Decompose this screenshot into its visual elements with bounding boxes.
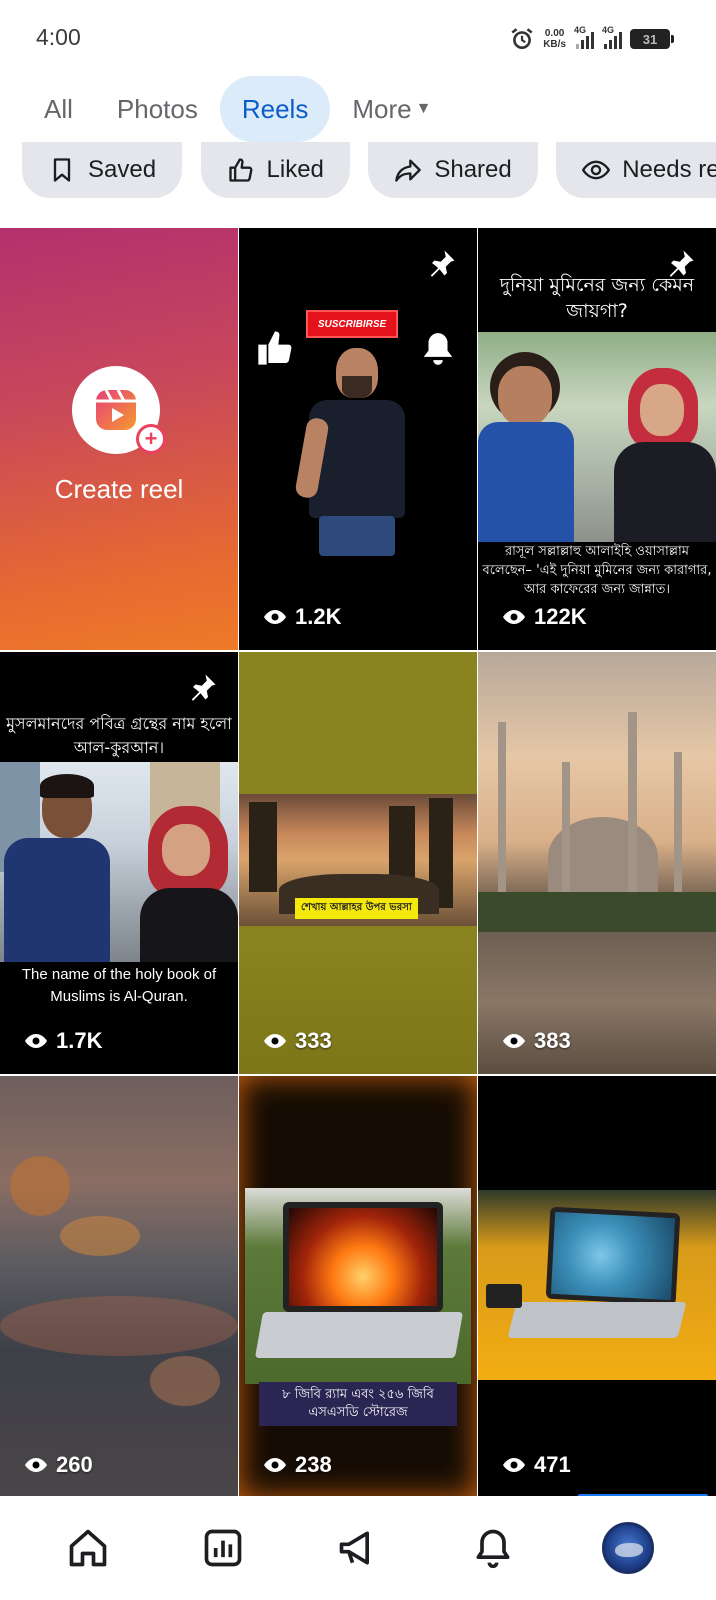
tab-reels[interactable]: Reels xyxy=(219,76,331,142)
megaphone-icon xyxy=(339,1531,369,1565)
reel-overlay-text: ৮ জিবি র‍্যাম এবং ২৫৬ জিবি এসএসডি স্টোরে… xyxy=(259,1382,457,1426)
reel-caption-top: দুনিয়া মুমিনের জন্য কেমন জায়গা? xyxy=(499,274,695,322)
view-count-value: 1.7K xyxy=(56,1028,103,1053)
view-count-value: 260 xyxy=(56,1452,93,1477)
reel-thumbnail[interactable]: মুসলমানদের পবিত্র গ্রন্থের নাম হলো আল-কু… xyxy=(0,652,238,1074)
view-count: 122K xyxy=(502,604,587,630)
net-label-2: 4G xyxy=(602,25,615,35)
chip-label: Shared xyxy=(434,156,512,183)
reel-thumbnail[interactable]: শেখায় আল্লাহর উপর ভরসা 333 xyxy=(239,652,477,1074)
chip-needs-review[interactable]: Needs revie xyxy=(556,142,716,198)
blurred-image xyxy=(0,1076,238,1498)
eye-icon xyxy=(503,1458,525,1472)
profile-avatar xyxy=(602,1522,655,1574)
person-figure xyxy=(294,348,413,568)
nav-notifications[interactable] xyxy=(463,1518,523,1578)
reel-thumbnail[interactable]: 383 xyxy=(478,652,716,1074)
view-count-value: 333 xyxy=(295,1028,332,1053)
home-icon xyxy=(69,1529,106,1567)
laptop-image xyxy=(245,1188,471,1384)
signal-icon: 4G xyxy=(574,25,594,49)
view-count: 1.2K xyxy=(263,604,341,630)
eye-icon xyxy=(264,610,286,624)
bell-icon xyxy=(476,1529,510,1569)
nav-ads[interactable] xyxy=(328,1518,388,1578)
view-count: 238 xyxy=(263,1452,332,1478)
tab-more-label: More xyxy=(352,93,412,124)
battery-icon: 31 xyxy=(630,29,674,49)
view-count: 383 xyxy=(502,1028,571,1054)
pin-icon xyxy=(430,250,455,277)
bookmark-icon xyxy=(53,158,71,182)
reel-overlay-text: শেখায় আল্লাহর উপর ভরসা xyxy=(295,898,418,919)
view-count: 260 xyxy=(24,1452,93,1478)
alarm-icon xyxy=(511,28,533,49)
reels-grid: + Create reel SUSCRIBIRSE 1.2K দুনিয়া ম… xyxy=(0,228,716,1498)
view-count-value: 471 xyxy=(534,1452,571,1477)
chip-label: Saved xyxy=(88,156,157,183)
chip-saved[interactable]: Saved xyxy=(22,142,183,198)
eye-icon xyxy=(264,1458,286,1472)
caret-down-icon: ▼ xyxy=(415,100,432,117)
view-count: 1.7K xyxy=(24,1028,102,1054)
status-time: 4:00 xyxy=(36,24,81,50)
nav-home[interactable] xyxy=(58,1518,118,1578)
reel-caption-bottom: রাসূল সল্লাল্লাহু আলাইহি ওয়াসাল্লাম বলে… xyxy=(482,544,712,597)
view-count-value: 238 xyxy=(295,1452,332,1477)
reel-image xyxy=(0,762,238,962)
tab-more[interactable]: More ▼ xyxy=(330,76,453,142)
view-count: 333 xyxy=(263,1028,332,1054)
eye-icon xyxy=(503,1034,525,1048)
reel-thumbnail[interactable]: দুনিয়া মুমিনের জন্য কেমন জায়গা? রাসূল … xyxy=(478,228,716,650)
chip-label: Needs revie xyxy=(622,156,716,183)
create-reel-tile[interactable]: + Create reel xyxy=(0,228,238,650)
chip-shared[interactable]: Shared xyxy=(368,142,538,198)
content-tabs: All Photos Reels More ▼ xyxy=(22,76,453,142)
chip-label: Liked xyxy=(266,156,324,183)
subscribe-badge: SUSCRIBIRSE xyxy=(306,310,398,338)
reel-thumbnail[interactable]: ৮ জিবি র‍্যাম এবং ২৫৬ জিবি এসএসডি স্টোরে… xyxy=(239,1076,477,1498)
signal-icon: 4G xyxy=(602,25,622,49)
speed-unit: KB/s xyxy=(543,39,566,50)
reel-caption-top: মুসলমানদের পবিত্র গ্রন্থের নাম হলো আল-কু… xyxy=(6,714,232,757)
net-label-1: 4G xyxy=(574,25,587,35)
reel-thumbnail[interactable]: 260 xyxy=(0,1076,238,1498)
bottom-nav xyxy=(0,1496,716,1600)
eye-icon xyxy=(264,1034,286,1048)
reel-thumbnail[interactable]: SUSCRIBIRSE 1.2K xyxy=(239,228,477,650)
reel-caption-bottom: The name of the holy book of Muslims is … xyxy=(21,966,217,1005)
eye-icon xyxy=(582,160,611,180)
share-icon xyxy=(395,159,422,182)
nav-profile[interactable] xyxy=(598,1518,658,1578)
thumbs-up-icon xyxy=(228,158,252,182)
tab-all[interactable]: All xyxy=(22,76,95,142)
status-bar: 4:00 0.00 KB/s 4G 4G 31 xyxy=(0,0,716,72)
network-speed: 0.00 KB/s xyxy=(543,28,566,50)
eye-icon xyxy=(503,610,525,624)
mosque-image xyxy=(478,652,716,1074)
reel-image xyxy=(478,332,716,542)
create-reel-label: Create reel xyxy=(54,474,184,504)
status-icons: 0.00 KB/s 4G 4G 31 xyxy=(509,25,674,52)
laptop-image xyxy=(478,1190,716,1380)
view-count-value: 383 xyxy=(534,1028,571,1053)
view-count-value: 1.2K xyxy=(295,604,342,629)
plus-icon: + xyxy=(136,424,166,454)
nav-dashboard[interactable] xyxy=(193,1518,253,1578)
tab-photos[interactable]: Photos xyxy=(95,76,220,142)
dashboard-icon xyxy=(204,1529,242,1567)
view-count-value: 122K xyxy=(534,604,587,629)
eye-icon xyxy=(25,1034,47,1048)
thumbs-up-icon xyxy=(258,331,292,365)
view-count: 471 xyxy=(502,1452,571,1478)
reel-thumbnail[interactable]: 471 xyxy=(478,1076,716,1498)
eye-icon xyxy=(25,1458,47,1472)
filter-chips: Saved Liked Shared Needs revie xyxy=(22,142,716,200)
chip-liked[interactable]: Liked xyxy=(200,142,350,198)
bell-icon xyxy=(423,333,453,365)
speed-value: 0.00 xyxy=(544,28,565,39)
